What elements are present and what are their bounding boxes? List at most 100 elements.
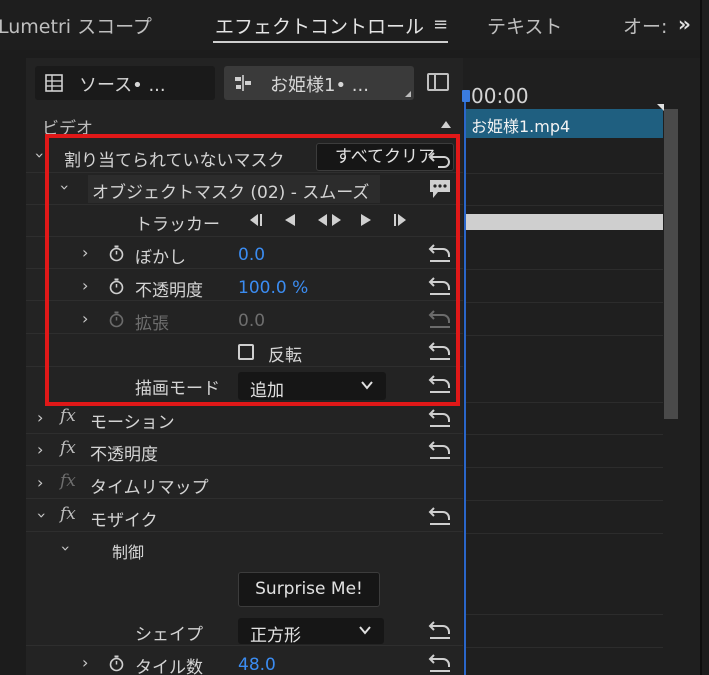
tab-text[interactable]: テキスト — [487, 12, 562, 39]
clip-name: お姫様1.mp4 — [471, 117, 571, 136]
expand-chevron-icon[interactable]: › — [57, 545, 76, 551]
expand-chevron-icon[interactable]: › — [82, 653, 88, 672]
expand-chevron-icon[interactable]: › — [37, 408, 43, 427]
mosaic-label: モザイク — [90, 511, 158, 531]
tab-lumetri-scopes[interactable]: Lumetri スコープ — [0, 12, 152, 39]
reset-icon[interactable] — [428, 276, 452, 296]
timeline-row-line — [466, 614, 663, 615]
mask-expansion-value: 0.0 — [238, 311, 266, 331]
section-collapse-icon[interactable] — [440, 119, 452, 129]
timeline-timecode: 00:00 — [471, 84, 529, 108]
shape-dropdown[interactable]: 正方形 — [238, 618, 384, 646]
left-gutter — [0, 50, 26, 675]
panel-menu-icon[interactable]: ≡ — [433, 14, 448, 35]
reset-icon[interactable] — [428, 620, 452, 640]
tile-count-label: タイル数 — [135, 658, 203, 675]
clip-sequence-icon — [235, 75, 251, 91]
fx-toggle-icon[interactable]: fx — [60, 406, 76, 426]
active-tab-underline — [213, 41, 448, 43]
fx-toggle-icon: fx — [60, 471, 76, 491]
vertical-scrollbar[interactable] — [664, 109, 678, 419]
blend-mode-label: 描画モード — [135, 379, 220, 399]
reset-icon[interactable] — [428, 341, 452, 361]
video-section-label: ビデオ — [42, 119, 93, 139]
surprise-me-button[interactable]: Surprise Me! — [238, 572, 380, 607]
timeline-row-line — [466, 173, 663, 174]
expand-chevron-icon[interactable]: › — [33, 512, 52, 518]
source-grid-icon — [45, 74, 63, 92]
timeline-row-line — [466, 467, 663, 468]
object-mask-label[interactable]: オブジェクトマスク (02) - スムーズ — [92, 178, 369, 203]
expand-chevron-icon[interactable]: › — [82, 243, 88, 262]
expand-chevron-icon[interactable]: › — [56, 184, 75, 190]
unassigned-mask-label: 割り当てられていないマスク — [64, 151, 285, 171]
track-both-directions-icon[interactable] — [316, 212, 344, 228]
opacity-effect-label: 不透明度 — [90, 445, 158, 465]
shape-value: 正方形 — [250, 626, 301, 646]
clip-label: お姫様1• ... — [270, 75, 369, 96]
reset-icon[interactable] — [428, 243, 452, 263]
reset-icon — [428, 310, 450, 328]
stopwatch-icon — [109, 311, 124, 328]
timeline-row-line — [466, 335, 663, 336]
reset-icon[interactable] — [428, 506, 452, 526]
fx-toggle-icon[interactable]: fx — [60, 504, 76, 524]
tile-count-value[interactable]: 48.0 — [238, 655, 276, 675]
track-forward-icon[interactable] — [358, 212, 374, 228]
reset-icon[interactable] — [428, 440, 452, 460]
timeline-row-line — [466, 205, 663, 206]
timeline-row-line — [466, 269, 663, 270]
fx-toggle-icon[interactable]: fx — [60, 438, 76, 458]
mask-feather-label: ぼかし — [135, 248, 186, 268]
reset-icon[interactable] — [428, 374, 452, 394]
tracker-range-bar[interactable] — [466, 214, 663, 230]
source-label: ソース• ... — [79, 75, 166, 96]
stopwatch-icon[interactable] — [108, 245, 125, 262]
blend-mode-value: 追加 — [250, 381, 284, 401]
track-backward-one-frame-icon[interactable] — [244, 212, 264, 228]
reset-icon[interactable] — [428, 408, 452, 428]
mask-opacity-value[interactable]: 100.0 % — [238, 278, 308, 298]
reset-icon[interactable] — [428, 653, 452, 673]
source-select-button[interactable]: ソース• ... — [35, 66, 215, 100]
toggle-timeline-icon[interactable] — [427, 73, 449, 91]
chevron-down-icon — [361, 381, 373, 390]
track-backward-icon[interactable] — [282, 212, 298, 228]
reset-icon[interactable] — [428, 149, 452, 169]
tab-audio[interactable]: オー: — [623, 12, 667, 39]
timeline-row-line — [466, 434, 663, 435]
clip-end-marker — [657, 104, 664, 111]
timeline-row-line — [466, 500, 663, 501]
expand-chevron-icon[interactable]: › — [37, 440, 43, 459]
control-label: 制御 — [112, 543, 145, 562]
expand-chevron-icon[interactable]: › — [82, 276, 88, 295]
mosaic-control-row — [26, 533, 463, 565]
stopwatch-icon[interactable] — [108, 655, 125, 672]
clip-select-button[interactable]: お姫様1• ... — [224, 66, 414, 100]
chevron-down-icon — [359, 626, 371, 635]
timeline-row-line — [466, 302, 663, 303]
tab-effect-controls[interactable]: エフェクトコントロール — [215, 12, 424, 39]
tab-overflow-icon[interactable]: » — [678, 12, 691, 36]
timeline-row-line — [466, 647, 663, 648]
expand-chevron-icon: › — [82, 309, 89, 328]
invert-checkbox[interactable] — [238, 344, 254, 360]
motion-label: モーション — [90, 413, 175, 433]
mask-expansion-label: 拡張 — [135, 314, 169, 334]
expand-chevron-icon[interactable]: › — [31, 152, 50, 158]
expand-chevron-icon[interactable]: › — [37, 473, 43, 492]
mask-feather-value[interactable]: 0.0 — [238, 245, 265, 265]
timeline-clip[interactable]: お姫様1.mp4 — [466, 109, 663, 138]
tracker-label: トラッカー — [135, 215, 220, 235]
comment-icon[interactable] — [428, 178, 452, 200]
stopwatch-icon[interactable] — [108, 278, 125, 295]
track-forward-one-frame-icon[interactable] — [392, 212, 412, 228]
shape-label: シェイプ — [135, 625, 203, 645]
mask-opacity-label: 不透明度 — [135, 281, 203, 301]
playhead-line[interactable] — [464, 92, 466, 675]
time-remap-label: タイムリマップ — [90, 478, 209, 498]
timeline-row-line — [466, 533, 663, 534]
blend-mode-dropdown[interactable]: 追加 — [238, 372, 386, 401]
playhead-handle[interactable] — [462, 90, 470, 102]
panel-divider — [700, 0, 702, 675]
